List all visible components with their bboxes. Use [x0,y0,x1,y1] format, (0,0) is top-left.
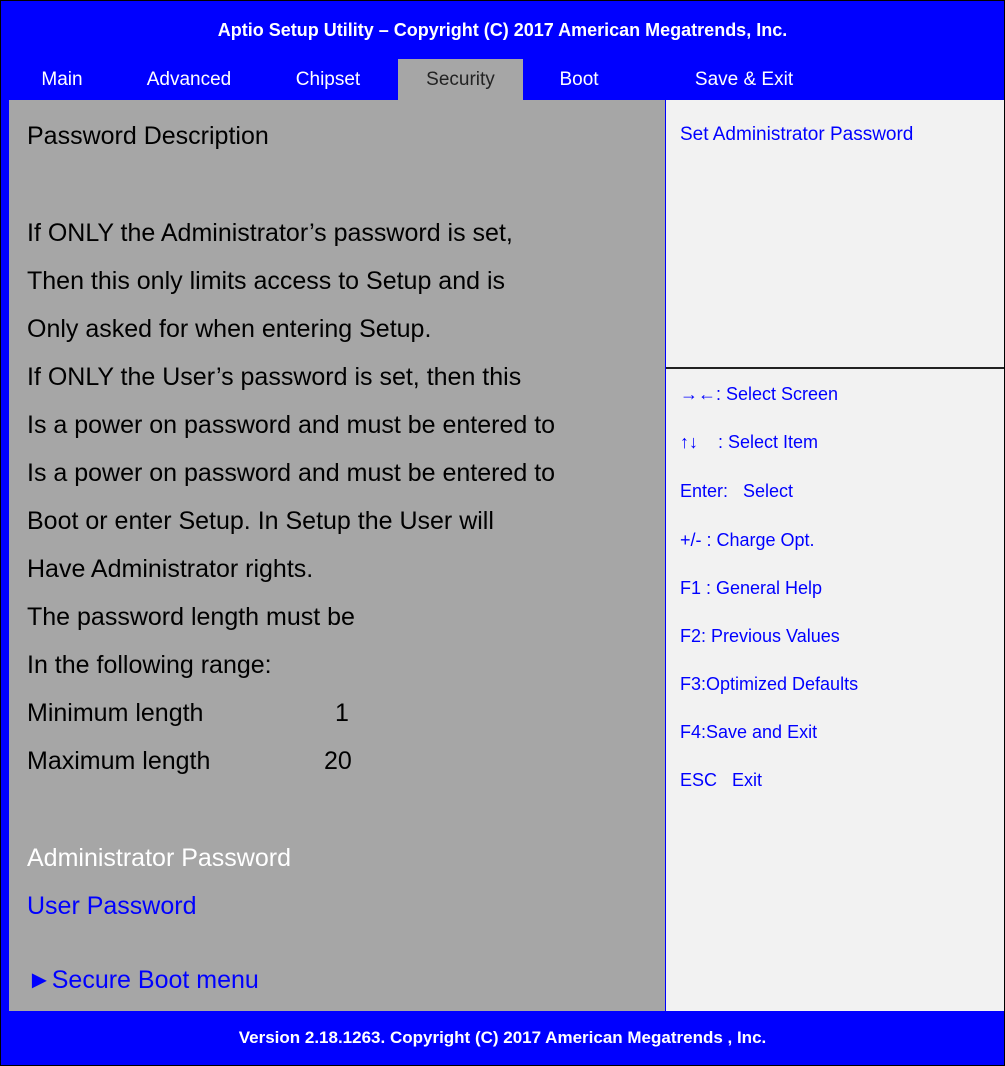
description-line: Only asked for when entering Setup. [27,315,432,343]
bios-setup-window: Aptio Setup Utility – Copyright (C) 2017… [0,0,1005,1066]
window-title: Aptio Setup Utility – Copyright (C) 2017… [217,19,788,40]
min-length-value: 1 [335,699,349,727]
key-hint-enter: Enter: Select [680,481,794,501]
tab-boot[interactable]: Boot [539,59,619,100]
description-line: Have Administrator rights. [27,555,314,583]
description-heading: Password Description [27,122,269,150]
help-divider [666,367,1004,369]
tab-advanced[interactable]: Advanced [131,59,247,100]
tab-security[interactable]: Security [398,59,523,100]
key-hint-f2: F2: Previous Values [680,626,840,646]
title-bar: Aptio Setup Utility – Copyright (C) 2017… [1,1,1004,59]
submenu-arrow-icon: ► [27,966,52,994]
user-password-item[interactable]: User Password [27,892,197,921]
tab-main[interactable]: Main [21,59,103,100]
description-line: The password length must be [27,603,355,631]
max-length-label: Maximum length [27,747,211,775]
description-line: Then this only limits access to Setup an… [27,267,506,295]
key-hint-select-screen: →←: Select Screen [680,384,839,404]
secure-boot-menu-item[interactable]: ►Secure Boot menu [27,966,259,995]
key-hint-select-item: ↑↓ : Select Item [680,432,819,452]
description-line: Boot or enter Setup. In Setup the User w… [27,507,494,535]
description-line: In the following range: [27,651,272,679]
max-length-value: 20 [324,747,352,775]
description-line: Is a power on password and must be enter… [27,459,556,487]
key-hint-f1: F1 : General Help [680,578,823,598]
tab-chipset[interactable]: Chipset [275,59,381,100]
key-hint-esc: ESC Exit [680,770,763,790]
key-hint-f3: F3:Optimized Defaults [680,674,859,694]
description-line: If ONLY the User’s password is set, then… [27,363,522,391]
footer-bar: Version 2.18.1263. Copyright (C) 2017 Am… [1,1011,1004,1065]
tab-bar: Main Advanced Chipset Security Boot Save… [1,59,1004,100]
key-hint-change-option: +/- : Charge Opt. [680,530,815,550]
version-text: Version 2.18.1263. Copyright (C) 2017 Am… [238,1028,767,1047]
description-line: Is a power on password and must be enter… [27,411,556,439]
min-length-label: Minimum length [27,699,204,727]
description-line: If ONLY the Administrator’s password is … [27,219,513,247]
item-help-text: Set Administrator Password [680,124,914,145]
secure-boot-menu-label: Secure Boot menu [51,966,259,994]
main-panel: Password Description If ONLY the Adminis… [9,100,665,1011]
administrator-password-item[interactable]: Administrator Password [27,844,291,873]
help-panel: Set Administrator Password →←: Select Sc… [666,100,1004,1011]
tab-save-exit[interactable]: Save & Exit [683,59,805,100]
key-hint-f4: F4:Save and Exit [680,722,818,742]
